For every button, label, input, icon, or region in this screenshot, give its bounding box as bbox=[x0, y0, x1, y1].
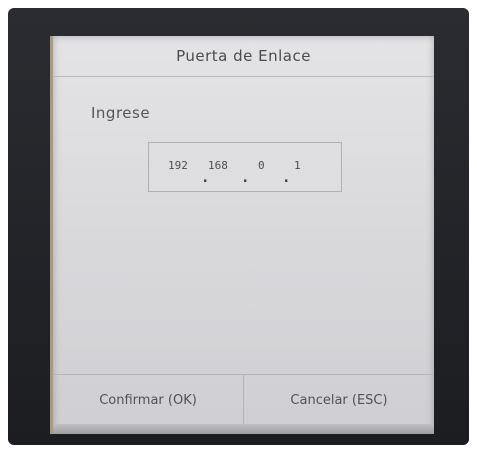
ip-octet-2[interactable]: 168 bbox=[208, 159, 228, 172]
ip-separator-dot: . bbox=[282, 170, 291, 186]
ip-address-input[interactable]: 192 . 168 . 0 . 1 bbox=[148, 142, 342, 192]
cancel-button[interactable]: Cancelar (ESC) bbox=[244, 375, 434, 425]
prompt-label: Ingrese bbox=[91, 104, 151, 122]
device-screen: Puerta de Enlace Ingrese 192 . 168 . 0 .… bbox=[50, 36, 434, 434]
ip-separator-dot: . bbox=[241, 170, 250, 186]
screen-bottom-edge bbox=[53, 424, 434, 434]
ip-octet-4[interactable]: 1 bbox=[294, 159, 301, 172]
dialog-title: Puerta de Enlace bbox=[53, 36, 434, 77]
device-frame: Puerta de Enlace Ingrese 192 . 168 . 0 .… bbox=[8, 8, 469, 445]
ip-octet-1[interactable]: 192 bbox=[168, 159, 188, 172]
confirm-button[interactable]: Confirmar (OK) bbox=[53, 375, 244, 425]
dialog-footer: Confirmar (OK) Cancelar (ESC) bbox=[53, 374, 434, 425]
ip-octet-3[interactable]: 0 bbox=[258, 159, 265, 172]
dialog-title-text: Puerta de Enlace bbox=[176, 47, 311, 65]
ip-separator-dot: . bbox=[201, 170, 210, 186]
